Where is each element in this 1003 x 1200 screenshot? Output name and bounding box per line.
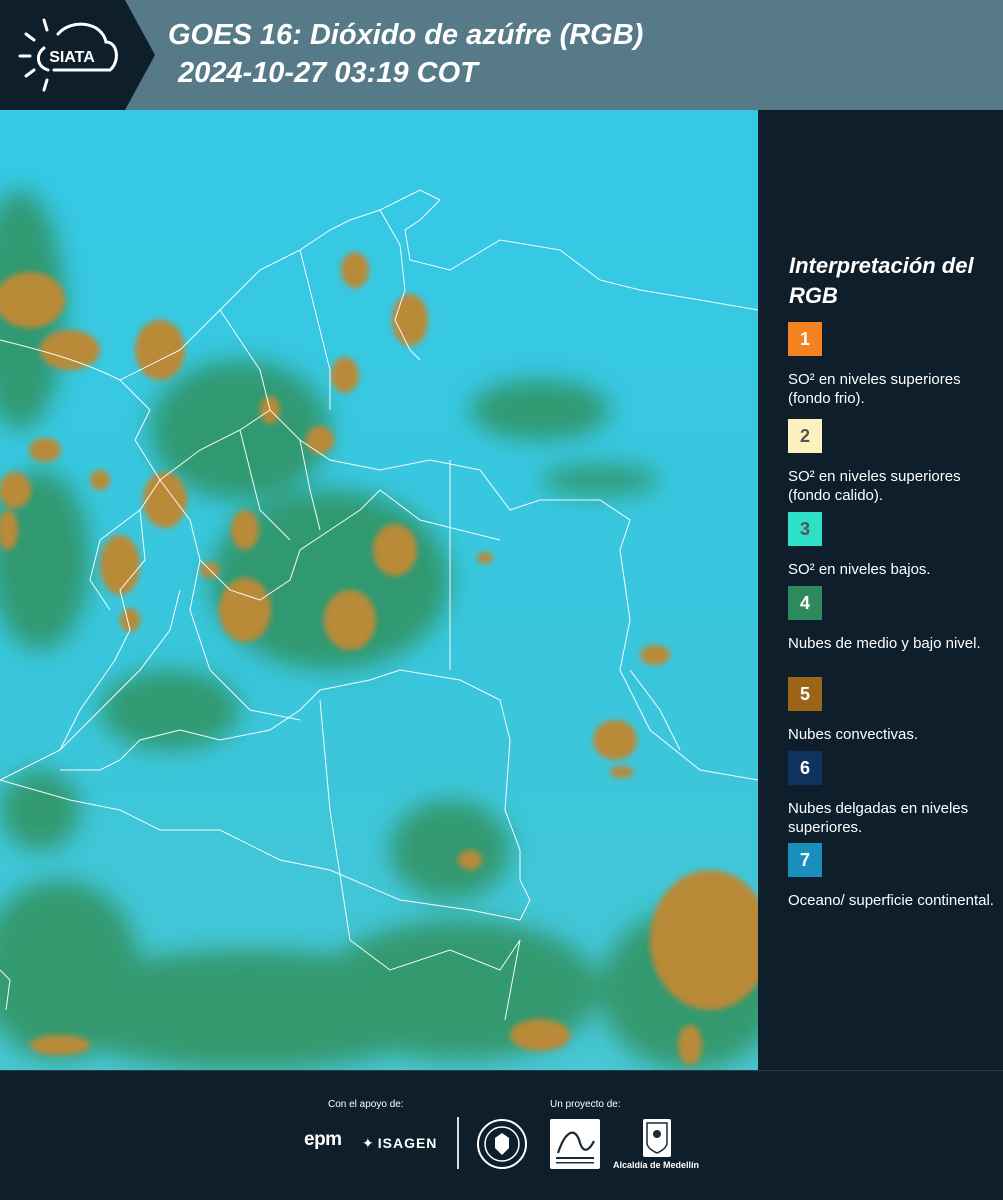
legend-swatch-7: 7 [788,843,822,877]
siata-logo-text: SIATA [49,49,95,66]
legend-swatch-3: 3 [788,512,822,546]
satellite-map-svg [0,110,758,1070]
isagen-logo: ✦ ISAGEN [362,1135,438,1151]
siata-logo-block: SIATA [0,0,125,110]
legend-label-1: SO² en niveles superiores (fondo frio). [788,371,961,407]
legend-item-3: 3 SO² en niveles bajos. [788,512,998,579]
legend-swatch-6: 6 [788,751,822,785]
legend-item-4: 4 Nubes de medio y bajo nivel. [788,586,998,653]
legend-label-5: Nubes convectivas. [788,726,919,743]
legend-item-5: 5 Nubes convectivas. [788,677,998,744]
legend-item-1: 1 SO² en niveles superiores (fondo frio)… [788,322,998,408]
footer-bar: Con el apoyo de: Un proyecto de: epm ✦ IS… [0,1070,1003,1200]
legend-label-4: Nubes de medio y bajo nivel. [788,635,981,652]
legend-swatch-4: 4 [788,586,822,620]
legend-swatch-2: 2 [788,419,822,453]
legend-item-2: 2 SO² en niveles superiores (fondo calid… [788,419,998,505]
logo-arrow-shape [125,0,155,110]
page-title: GOES 16: Dióxido de azúfre (RGB) [168,19,644,51]
alcaldia-logo-text: Alcaldía de Medellín [613,1160,700,1170]
legend-swatch-1: 1 [788,322,822,356]
seal-emblem-icon [484,1126,520,1162]
support-label: Con el apoyo de: [328,1099,404,1110]
legend-panel: Interpretación del RGB 1 SO² en niveles … [758,110,1003,1070]
isagen-logo-text: ISAGEN [377,1135,438,1151]
legend-label-6: Nubes delgadas en niveles superiores. [788,800,969,836]
alcaldia-shield-icon [643,1119,671,1157]
medellin-seal-logo [477,1119,527,1169]
legend-label-2: SO² en niveles superiores (fondo calido)… [788,468,961,504]
area-metropolitana-logo [550,1119,600,1169]
legend-swatch-5: 5 [788,677,822,711]
header-bar: SIATA GOES 16: Dióxido de azúfre (RGB) 2… [0,0,1003,110]
legend-item-6: 6 Nubes delgadas en niveles superiores. [788,751,998,837]
page-timestamp: 2024-10-27 03:19 COT [178,57,478,89]
project-label: Un proyecto de: [550,1099,621,1110]
epm-logo: epm [304,1129,342,1150]
siata-logo: SIATA [18,18,118,92]
legend-item-7: 7 Oceano/ superficie continental. [788,843,998,910]
legend-label-3: SO² en niveles bajos. [788,561,931,578]
area-metropolitana-mark [556,1131,595,1164]
footer-divider [457,1117,459,1169]
satellite-map[interactable] [0,110,758,1070]
legend-label-7: Oceano/ superficie continental. [788,892,994,909]
legend-title: Interpretación del RGB [789,253,974,308]
